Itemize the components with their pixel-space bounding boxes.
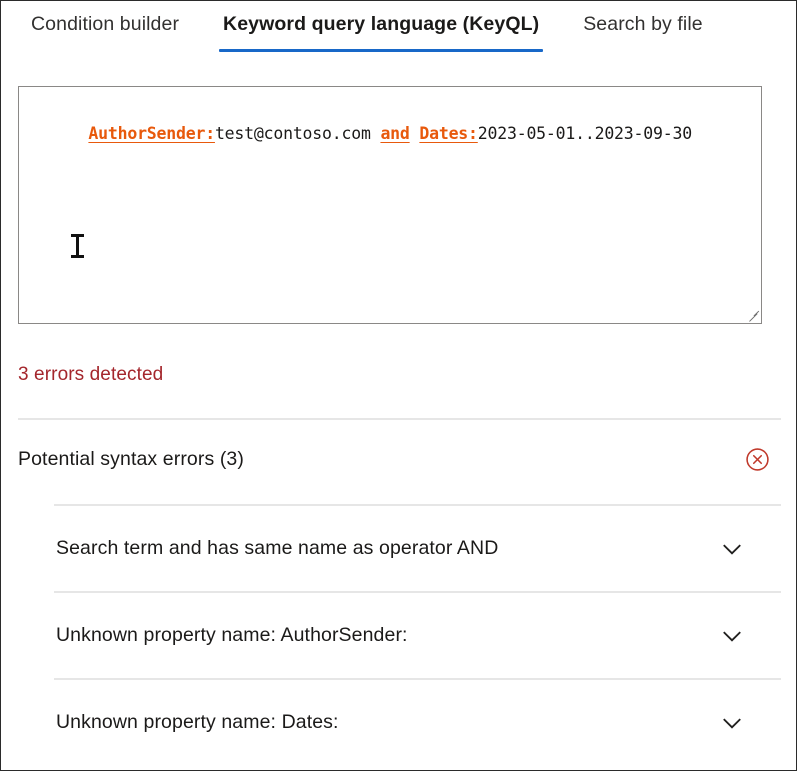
query-token-value: 2023-05-01..2023-09-30 [477,124,692,144]
resize-grip-icon[interactable] [745,307,760,322]
error-circle-x-icon[interactable] [745,447,770,472]
chevron-down-icon[interactable] [719,710,745,736]
error-item-label: Unknown property name: AuthorSender: [56,624,408,646]
tab-condition-builder-label: Condition builder [31,13,180,36]
list-item[interactable]: Unknown property name: Dates: [54,680,781,765]
tab-search-by-file[interactable]: Search by file [561,1,725,63]
tab-keyword-query-language-label: Keyword query language (KeyQL) [223,13,540,36]
query-token-value: test@contoso.com [214,124,381,144]
tab-keyword-query-language[interactable]: Keyword query language (KeyQL) [201,1,561,63]
search-mode-tabs: Condition builder Keyword query language… [1,1,796,63]
error-item-label: Search term and has same name as operato… [56,537,499,559]
errors-detected-message: 3 errors detected [18,364,164,385]
tab-active-indicator [219,49,544,52]
error-item-label: Unknown property name: Dates: [56,711,339,733]
syntax-error-list: Search term and has same name as operato… [54,504,781,765]
query-token-operator: and [380,124,410,144]
section-divider [18,418,781,420]
chevron-down-icon[interactable] [719,623,745,649]
list-item[interactable]: Unknown property name: AuthorSender: [54,593,781,678]
list-item[interactable]: Search term and has same name as operato… [54,506,781,591]
query-token-space [410,124,420,143]
keyql-query-input[interactable]: AuthorSender:test@contoso.com and Dates:… [18,86,762,324]
keyql-query-text: AuthorSender:test@contoso.com and Dates:… [30,101,753,168]
potential-syntax-errors-title: Potential syntax errors (3) [18,447,244,470]
potential-syntax-errors-header: Potential syntax errors (3) [18,444,781,474]
chevron-down-icon[interactable] [719,536,745,562]
keyql-search-panel: Condition builder Keyword query language… [0,0,797,771]
tab-search-by-file-label: Search by file [583,13,703,36]
query-token-property: Dates: [419,124,478,144]
query-token-property: AuthorSender: [88,124,215,144]
tab-condition-builder[interactable]: Condition builder [1,1,201,63]
